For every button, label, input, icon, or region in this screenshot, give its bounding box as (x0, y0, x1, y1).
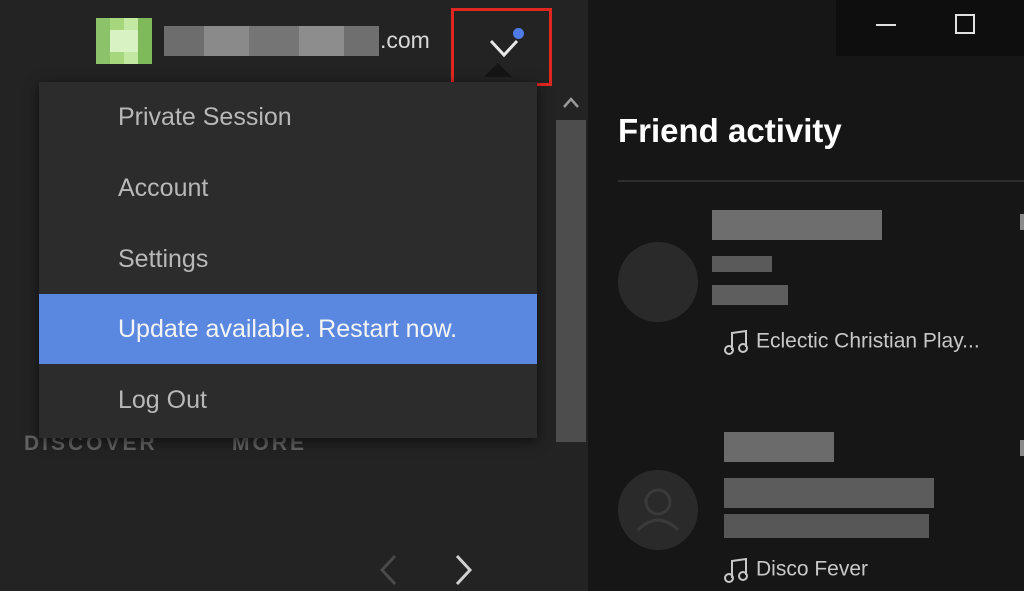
track-title: Disco Fever (756, 557, 869, 581)
menu-item-update-restart[interactable]: Update available. Restart now. (39, 294, 537, 364)
menu-item-settings[interactable]: Settings (39, 224, 537, 294)
maximize-button[interactable] (931, 0, 1001, 56)
friend-name-redacted (724, 432, 834, 462)
minimize-button[interactable] (851, 0, 921, 56)
friend-activity-title: Friend activity (618, 112, 842, 149)
music-note-icon (724, 329, 748, 355)
track-title: Eclectic Christian Play... (756, 329, 980, 353)
chevron-left-icon[interactable] (376, 552, 402, 588)
main-pane: .com DISCOVER MORE Private Session Accou… (0, 0, 588, 591)
divider (618, 180, 1024, 182)
email-redacted (164, 26, 379, 56)
music-note-icon (724, 557, 748, 583)
scrollbar-thumb[interactable] (556, 120, 586, 442)
friend-activity-panel: Friend activity Eclectic Christian Play.… (588, 0, 1024, 591)
avatar[interactable] (618, 242, 698, 322)
maximize-icon (955, 14, 975, 34)
chevron-up-icon[interactable] (560, 92, 582, 114)
account-menu: Private Session Account Settings Update … (39, 82, 537, 438)
email-domain: .com (380, 27, 430, 53)
notification-dot-icon (513, 28, 524, 39)
scrollbar[interactable] (556, 92, 586, 442)
menu-item-private-session[interactable]: Private Session (39, 82, 537, 152)
menu-pointer (484, 63, 512, 77)
window-controls (836, 0, 1024, 56)
menu-item-account[interactable]: Account (39, 153, 537, 223)
avatar[interactable] (618, 470, 698, 550)
user-icon (636, 488, 680, 532)
menu-item-log-out[interactable]: Log Out (39, 365, 537, 435)
friend-track[interactable]: Disco Fever (724, 556, 868, 584)
friend-info-redacted (724, 514, 929, 538)
minimize-icon (876, 24, 896, 26)
friend-info-redacted (712, 285, 788, 305)
chevron-right-icon[interactable] (450, 552, 476, 588)
friend-name-redacted (712, 210, 882, 240)
edge-indicator (1020, 214, 1024, 230)
friend-info-redacted (712, 256, 772, 272)
avatar[interactable] (96, 18, 152, 64)
edge-indicator (1020, 440, 1024, 456)
friend-track[interactable]: Eclectic Christian Play... (724, 328, 980, 356)
friend-info-redacted (724, 478, 934, 508)
